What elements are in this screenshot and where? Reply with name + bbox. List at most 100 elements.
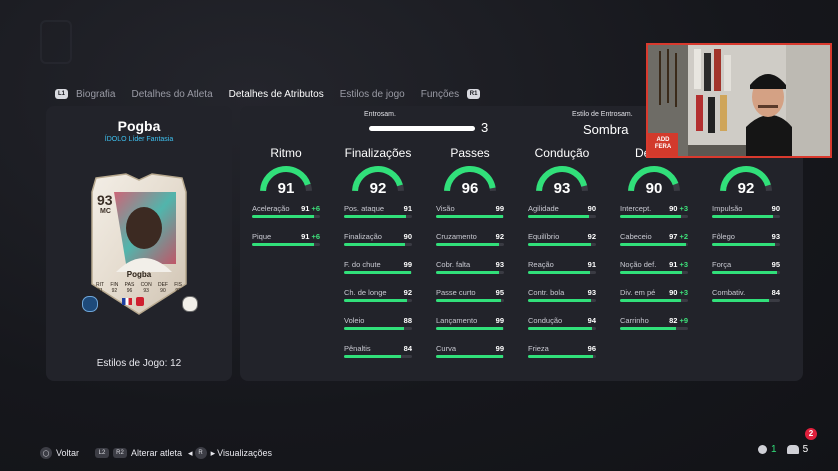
category-value: 96 bbox=[462, 180, 479, 196]
chemistry-style-icon bbox=[82, 296, 98, 312]
chemistry-style-label: Estilo de Entrosam. bbox=[572, 111, 633, 118]
attribute-bar-fill bbox=[436, 327, 504, 330]
attribute-row[interactable]: Cabeceio 97 +2 bbox=[620, 232, 688, 246]
card-position: MC bbox=[100, 208, 111, 215]
attribute-row[interactable]: Pique 91 +6 bbox=[252, 232, 320, 246]
attribute-row[interactable]: Visão 99 bbox=[436, 204, 504, 218]
category-value: 93 bbox=[554, 180, 571, 196]
attribute-row[interactable]: Curva 99 bbox=[436, 344, 504, 358]
attribute-row[interactable]: Frieza 96 bbox=[528, 344, 596, 358]
attribute-bar-fill bbox=[436, 355, 504, 358]
attribute-bar-fill bbox=[712, 243, 776, 246]
category-gauge: 93 bbox=[536, 166, 588, 196]
attribute-bar bbox=[436, 215, 504, 218]
attribute-value: 93 bbox=[496, 260, 504, 269]
attribute-number: 93 bbox=[771, 232, 780, 241]
attribute-label: Noção def. bbox=[620, 260, 657, 269]
attribute-row[interactable]: Contr. bola 93 bbox=[528, 288, 596, 302]
attribute-row[interactable]: Força 95 bbox=[712, 260, 780, 274]
attribute-row[interactable]: Lançamento 99 bbox=[436, 316, 504, 330]
player-card[interactable]: 93 MC Pogba RIT 91 FIN 92 PAS 96 CON 93 DEF 9… bbox=[82, 172, 198, 316]
attribute-number: 92 bbox=[495, 232, 504, 241]
attribute-label: Equilíbrio bbox=[528, 232, 560, 241]
r-stick-icon: R bbox=[194, 447, 207, 459]
attribute-number: 93 bbox=[587, 288, 596, 297]
attribute-bar-fill bbox=[436, 299, 501, 302]
attribute-row[interactable]: Fôlego 93 bbox=[712, 232, 780, 246]
arrow-left-icon: ◂ bbox=[188, 447, 193, 458]
attribute-row[interactable]: Agilidade 90 bbox=[528, 204, 596, 218]
tab-detalhes-atleta[interactable]: Detalhes do Atleta bbox=[131, 89, 212, 100]
attribute-row[interactable]: Combativ. 84 bbox=[712, 288, 780, 302]
attribute-value: 91 +6 bbox=[301, 204, 320, 213]
attribute-row[interactable]: Voleio 88 bbox=[344, 316, 412, 330]
webcam-overlay: ADD FERA bbox=[646, 43, 832, 158]
category-gauge: 91 bbox=[260, 166, 312, 196]
category-gauge: 92 bbox=[720, 166, 772, 196]
attribute-label: Intercept. bbox=[620, 204, 652, 213]
attribute-row[interactable]: Cobr. falta 93 bbox=[436, 260, 504, 274]
category-value: 90 bbox=[646, 180, 663, 196]
card-stat: PAS 96 bbox=[124, 282, 135, 294]
category-value: 91 bbox=[278, 180, 295, 196]
tab-detalhes-atributos[interactable]: Detalhes de Atributos bbox=[229, 89, 324, 100]
attribute-row[interactable]: Condução 94 bbox=[528, 316, 596, 330]
attribute-row[interactable]: Finalização 90 bbox=[344, 232, 412, 246]
chemistry-value: 3 bbox=[481, 120, 489, 135]
attribute-row[interactable]: Reação 91 bbox=[528, 260, 596, 274]
attribute-label: Cobr. falta bbox=[436, 260, 471, 269]
attribute-value: 94 bbox=[588, 316, 596, 325]
attribute-row[interactable]: Div. em pé 90 +3 bbox=[620, 288, 688, 302]
attribute-value: 99 bbox=[496, 316, 504, 325]
attribute-row[interactable]: Aceleração 91 +6 bbox=[252, 204, 320, 218]
attribute-label: Combativ. bbox=[712, 288, 746, 297]
attribute-bar-fill bbox=[344, 215, 406, 218]
attribute-bar bbox=[528, 271, 596, 274]
views-button[interactable]: Visualizações bbox=[217, 448, 272, 458]
attribute-value: 88 bbox=[404, 316, 412, 325]
attribute-bar bbox=[436, 355, 504, 358]
attribute-bonus: +3 bbox=[679, 260, 688, 269]
attribute-bar bbox=[528, 243, 596, 246]
attribute-label: Aceleração bbox=[252, 204, 290, 213]
attribute-label: Pique bbox=[252, 232, 272, 241]
attribute-bar-fill bbox=[344, 271, 412, 274]
back-button[interactable]: Voltar bbox=[56, 448, 79, 458]
attribute-value: 90 +3 bbox=[669, 204, 688, 213]
r1-button-hint[interactable]: R1 bbox=[467, 89, 481, 99]
chemistry-style-value: Sombra bbox=[583, 122, 629, 137]
tab-funcoes[interactable]: Funções bbox=[421, 89, 459, 100]
attribute-row[interactable]: Passe curto 95 bbox=[436, 288, 504, 302]
attribute-bar-fill bbox=[528, 271, 590, 274]
attribute-label: Agilidade bbox=[528, 204, 559, 213]
switch-player-button[interactable]: Alterar atleta bbox=[131, 448, 182, 458]
attribute-number: 93 bbox=[495, 260, 504, 269]
attribute-number: 91 bbox=[587, 260, 596, 269]
attribute-bar bbox=[528, 355, 596, 358]
friends-icon bbox=[786, 445, 799, 454]
attribute-bar bbox=[436, 271, 504, 274]
category-value: 92 bbox=[370, 180, 387, 196]
notification-badge[interactable]: 2 bbox=[805, 428, 817, 440]
attribute-row[interactable]: Pênaltis 84 bbox=[344, 344, 412, 358]
attribute-row[interactable]: Equilíbrio 92 bbox=[528, 232, 596, 246]
attribute-row[interactable]: Ch. de longe 92 bbox=[344, 288, 412, 302]
attribute-number: 91 bbox=[301, 204, 310, 213]
tab-biografia[interactable]: Biografia bbox=[76, 89, 115, 100]
category-gauge: 96 bbox=[444, 166, 496, 196]
attribute-row[interactable]: Noção def. 91 +3 bbox=[620, 260, 688, 274]
attribute-row[interactable]: Carrinho 82 +9 bbox=[620, 316, 688, 330]
attribute-bar bbox=[528, 215, 596, 218]
attribute-row[interactable]: Pos. ataque 91 bbox=[344, 204, 412, 218]
card-stat: CON 93 bbox=[140, 282, 152, 294]
attribute-number: 90 bbox=[771, 204, 780, 213]
attribute-row[interactable]: Intercept. 90 +3 bbox=[620, 204, 688, 218]
attribute-row[interactable]: F. do chute 99 bbox=[344, 260, 412, 274]
attribute-row[interactable]: Cruzamento 92 bbox=[436, 232, 504, 246]
attribute-label: Impulsão bbox=[712, 204, 743, 213]
attribute-value: 99 bbox=[404, 260, 412, 269]
attribute-row[interactable]: Impulsão 90 bbox=[712, 204, 780, 218]
l1-button-hint[interactable]: L1 bbox=[55, 89, 68, 99]
tab-estilos-jogo[interactable]: Estilos de jogo bbox=[340, 89, 405, 100]
attribute-bar bbox=[344, 215, 412, 218]
